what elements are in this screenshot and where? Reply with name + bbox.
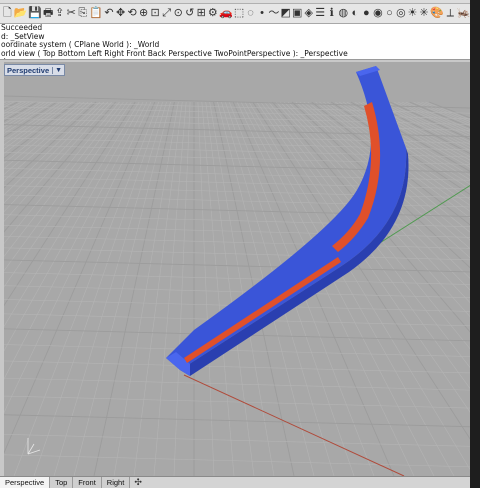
point-icon[interactable]: • — [257, 6, 268, 22]
command-history-panel[interactable]: Succeeded d: _SetView oordinate system (… — [0, 24, 470, 60]
light-icon[interactable]: ☀ — [407, 6, 418, 22]
tab-top[interactable]: Top — [50, 477, 74, 488]
select-icon[interactable]: ⬚ — [234, 6, 245, 22]
car-icon[interactable]: 🚗 — [219, 6, 233, 22]
copy-icon[interactable]: ⎘ — [78, 6, 89, 22]
rotate-view-icon[interactable]: ⟲ — [127, 6, 138, 22]
viewport-menu-arrow-icon[interactable]: ▼ — [52, 66, 62, 74]
viewport-canvas[interactable] — [4, 62, 470, 476]
palette-icon[interactable]: 🎨 — [430, 6, 444, 22]
tab-perspective[interactable]: Perspective — [0, 477, 51, 488]
zoom-extents-icon[interactable]: ⤢ — [161, 6, 172, 22]
print-icon[interactable]: 🖶 — [43, 6, 54, 22]
viewport-title-label: Perspective — [7, 65, 50, 75]
cut-icon[interactable]: ✂ — [66, 6, 77, 22]
add-viewport-icon[interactable]: ✣ — [130, 477, 146, 488]
undo-icon[interactable]: ↶ — [104, 6, 115, 22]
tab-right[interactable]: Right — [101, 477, 131, 488]
select-none-icon[interactable]: ◌ — [245, 6, 256, 22]
solid-icon[interactable]: ▣ — [292, 6, 303, 22]
material-icon[interactable]: ◐ — [350, 6, 361, 22]
import-icon[interactable]: ⇪ — [54, 6, 65, 22]
viewport-title-tab[interactable]: Perspective ▼ — [4, 64, 66, 76]
four-viewports-icon[interactable]: ⊞ — [196, 6, 207, 22]
ortho-icon[interactable]: ⟂ — [445, 6, 456, 22]
standard-toolbar: 🗋 📂 💾 🖶 ⇪ ✂ ⎘ 📋 ↶ ✥ ⟲ ⊕ ⊡ ⤢ ⊙ ↺ ⊞ ⚙ 🚗 ⬚ ◌ • 〜 ◩ ▣ ◈ ☰ ℹ ◍ ◐ ● ◉ ○ ◎ ☀ ✳ 🎨 ⟂ 🦗 — [0, 4, 470, 24]
options-icon[interactable]: ⚙ — [208, 6, 219, 22]
rhino-window: 🗋 📂 💾 🖶 ⇪ ✂ ⎘ 📋 ↶ ✥ ⟲ ⊕ ⊡ ⤢ ⊙ ↺ ⊞ ⚙ 🚗 ⬚ ◌ • 〜 ◩ ▣ ◈ ☰ ℹ ◍ ◐ ● ◉ ○ ◎ ☀ ✳ 🎨 ⟂ 🦗 … — [0, 0, 470, 488]
shaded-ball-icon[interactable]: ◉ — [373, 6, 384, 22]
render-icon[interactable]: ◍ — [338, 6, 349, 22]
save-icon[interactable]: 💾 — [28, 6, 42, 22]
zoom-window-icon[interactable]: ⊡ — [150, 6, 161, 22]
new-file-icon[interactable]: 🗋 — [2, 6, 13, 22]
screen-edge — [470, 0, 480, 488]
layer-icon[interactable]: ☰ — [315, 6, 326, 22]
grasshopper-icon[interactable]: 🦗 — [457, 6, 471, 22]
ghosted-ball-icon[interactable]: ○ — [384, 6, 395, 22]
properties-icon[interactable]: ℹ — [327, 6, 338, 22]
mesh-icon[interactable]: ◈ — [303, 6, 314, 22]
curve-icon[interactable]: 〜 — [268, 6, 279, 22]
surface-icon[interactable]: ◩ — [280, 6, 291, 22]
viewport-tabs: Perspective Top Front Right ✣ — [0, 476, 470, 488]
snap-icon[interactable]: ✳ — [419, 6, 430, 22]
zoom-selected-icon[interactable]: ⊙ — [173, 6, 184, 22]
undo-view-icon[interactable]: ↺ — [184, 6, 195, 22]
command-history-line: orld view ( Top Bottom Left Right Front … — [1, 48, 348, 58]
rendered-ball-icon[interactable]: ● — [361, 6, 372, 22]
xray-ball-icon[interactable]: ◎ — [396, 6, 407, 22]
paste-icon[interactable]: 📋 — [89, 6, 103, 22]
pan-icon[interactable]: ✥ — [115, 6, 126, 22]
tab-front[interactable]: Front — [73, 477, 102, 488]
open-file-icon[interactable]: 📂 — [14, 6, 28, 22]
command-history-line: Succeeded — [1, 24, 43, 32]
command-prompt[interactable]: d: — [1, 58, 470, 59]
zoom-icon[interactable]: ⊕ — [138, 6, 149, 22]
